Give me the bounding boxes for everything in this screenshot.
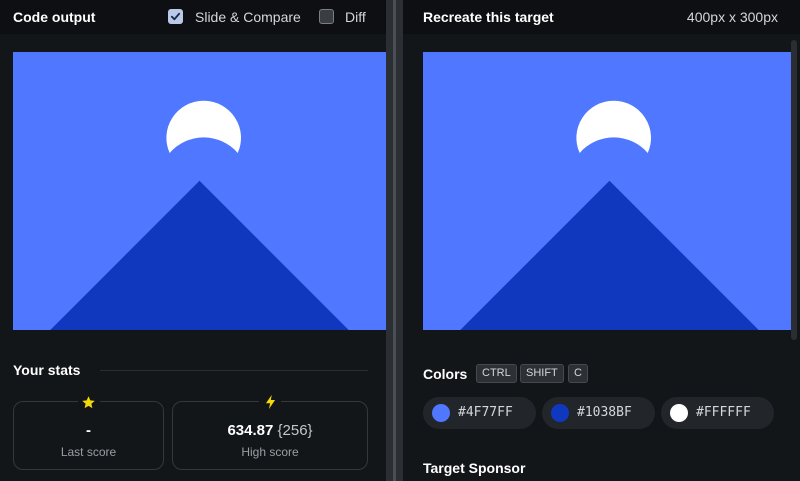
color-swatch-1038bf[interactable]: #1038BF [542, 397, 655, 429]
target-canvas [423, 52, 796, 330]
slide-compare-label[interactable]: Slide & Compare [195, 9, 301, 25]
high-score-attempts: {256} [277, 422, 313, 439]
colors-title: Colors [423, 366, 468, 382]
star-icon [77, 393, 100, 411]
c-key-badge: C [568, 364, 588, 383]
slide-compare-checkbox[interactable] [168, 9, 183, 24]
last-score-card: - Last score [13, 393, 164, 470]
swatch-color-dot [551, 404, 569, 422]
target-dimensions: 400px x 300px [686, 9, 778, 25]
swatch-color-dot [432, 404, 450, 422]
code-output-title: Code output [13, 9, 96, 25]
diff-label[interactable]: Diff [345, 9, 366, 25]
compare-divider[interactable] [386, 0, 403, 481]
output-artwork [13, 52, 386, 330]
swatch-hex-label: #FFFFFF [696, 405, 751, 420]
target-scrollbar[interactable] [791, 40, 797, 340]
last-score-value: - [86, 422, 91, 439]
target-artwork [423, 52, 796, 330]
diff-checkbox[interactable] [319, 9, 334, 24]
code-output-header: Code output Slide & Compare Diff [0, 0, 386, 34]
high-score-card: 634.87 {256} High score [172, 393, 368, 470]
check-icon [170, 12, 181, 21]
color-swatch-4f77ff[interactable]: #4F77FF [423, 397, 536, 429]
shift-key-badge: SHIFT [520, 364, 564, 383]
high-score-label: High score [241, 445, 299, 459]
code-output-panel: Code output Slide & Compare Diff Your st… [0, 0, 386, 481]
target-sponsor-title: Target Sponsor [423, 460, 526, 476]
divider-line[interactable] [393, 0, 396, 481]
swatch-color-dot [670, 404, 688, 422]
target-header: Recreate this target 400px x 300px [403, 0, 800, 34]
lightning-icon [259, 393, 281, 411]
swatch-hex-label: #1038BF [577, 405, 632, 420]
stats-divider [100, 370, 368, 371]
last-score-label: Last score [60, 445, 117, 459]
high-score-number: 634.87 [227, 422, 274, 439]
target-panel: Recreate this target 400px x 300px Color… [403, 0, 800, 481]
code-output-canvas[interactable] [13, 52, 386, 330]
color-swatch-ffffff[interactable]: #FFFFFF [661, 397, 774, 429]
high-score-value: 634.87 {256} [173, 422, 367, 439]
ctrl-key-badge: CTRL [476, 364, 517, 383]
stats-title: Your stats [13, 362, 81, 378]
target-title: Recreate this target [423, 9, 554, 25]
swatch-hex-label: #4F77FF [458, 405, 513, 420]
